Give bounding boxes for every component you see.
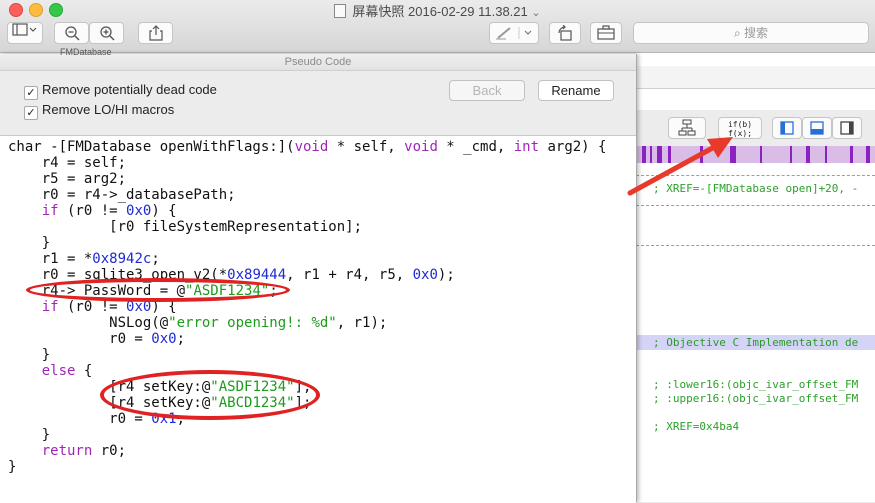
annotation-arrow-icon — [627, 137, 733, 196]
